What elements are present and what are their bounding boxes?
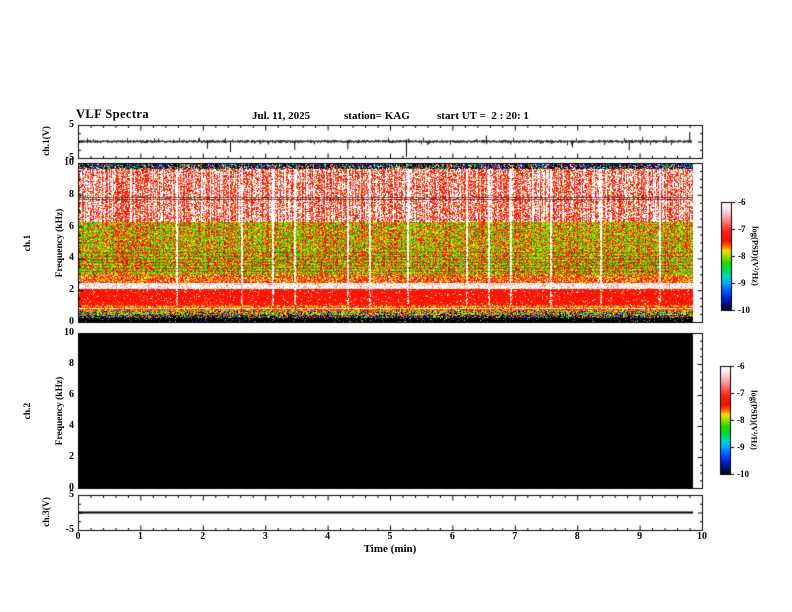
x-tick-label: 1: [137, 531, 143, 542]
x-tick-label: 2: [200, 531, 206, 542]
y-tick-label-ch1-volt: 5: [69, 119, 74, 130]
colorbar2-label: log(PSD)(V²/Hz): [749, 390, 760, 450]
colorbar2-tick-label: -10: [737, 469, 749, 479]
x-tick-label: 6: [449, 531, 455, 542]
y-tick-label-ch3-volt: -5: [65, 524, 74, 535]
page-title: VLF Spectra: [76, 107, 150, 121]
axis-label-line: ch.2: [23, 402, 33, 420]
x-tick-label: 4: [325, 531, 331, 542]
vlf-spectra-figure: VLF Spectra Jul. 11, 2025 station= KAG s…: [0, 0, 792, 612]
x-tick-label: 8: [574, 531, 580, 542]
y-tick-label-ch3-volt: 5: [69, 489, 74, 500]
y-tick-label-ch1-freq: 6: [69, 220, 74, 232]
y-tick-label-ch2-freq: 10: [64, 327, 74, 338]
x-tick-label: 9: [637, 531, 643, 542]
colorbar2-tick-label: -6: [737, 361, 745, 371]
x-tick-label: 10: [697, 531, 707, 542]
station-label: station= KAG: [344, 110, 410, 122]
y-tick-label-ch1-freq: 2: [69, 284, 74, 296]
x-tick-label: 0: [75, 531, 81, 542]
y-tick-label-ch2-freq: 2: [69, 451, 74, 462]
colorbar1-tick-label: -9: [738, 278, 746, 288]
y-tick-label-ch1-freq: 4: [69, 252, 74, 264]
colorbar1-label: log(PSD)(V²/Hz): [750, 226, 761, 286]
date-label: Jul. 11, 2025: [252, 110, 311, 122]
colorbar1-tick-label: -6: [738, 197, 746, 207]
colorbar2-tick-label: -7: [737, 388, 745, 398]
x-tick-label: 5: [387, 531, 393, 542]
ch2-frequency-axis-label: ch.2 Frequency (kHz): [2, 377, 86, 446]
y-tick-label-ch2-freq: 4: [69, 420, 74, 431]
colorbar2-tick-label: -8: [737, 415, 745, 425]
x-tick-label: 3: [262, 531, 268, 542]
axis-label-line: Frequency (kHz): [54, 376, 65, 446]
y-tick-label-ch1-volt: -5: [65, 152, 74, 163]
colorbar1-tick-label: -7: [738, 224, 746, 234]
y-tick-label-ch1-freq: 8: [69, 188, 74, 200]
y-tick-label-ch2-freq: 8: [69, 358, 74, 369]
axis-label-line: Frequency (kHz): [54, 208, 65, 278]
y-tick-label-ch1-freq: 0: [69, 316, 74, 327]
x-tick-label: 7: [512, 531, 518, 542]
start-ut-label: start UT = 2 : 20: 1: [437, 110, 529, 122]
colorbar1-tick-label: -10: [738, 305, 750, 315]
axis-label-line: ch.1: [23, 234, 33, 252]
y-tick-label-ch2-freq: 6: [69, 389, 74, 400]
time-axis-label: Time (min): [363, 543, 417, 555]
ch3-voltage-axis-label: ch.3(V): [41, 497, 52, 527]
plot-canvas: [0, 0, 792, 612]
colorbar1-tick-label: -8: [738, 251, 746, 261]
colorbar2-tick-label: -9: [737, 442, 745, 452]
ch1-frequency-axis-label: ch.1 Frequency (kHz): [2, 209, 86, 278]
